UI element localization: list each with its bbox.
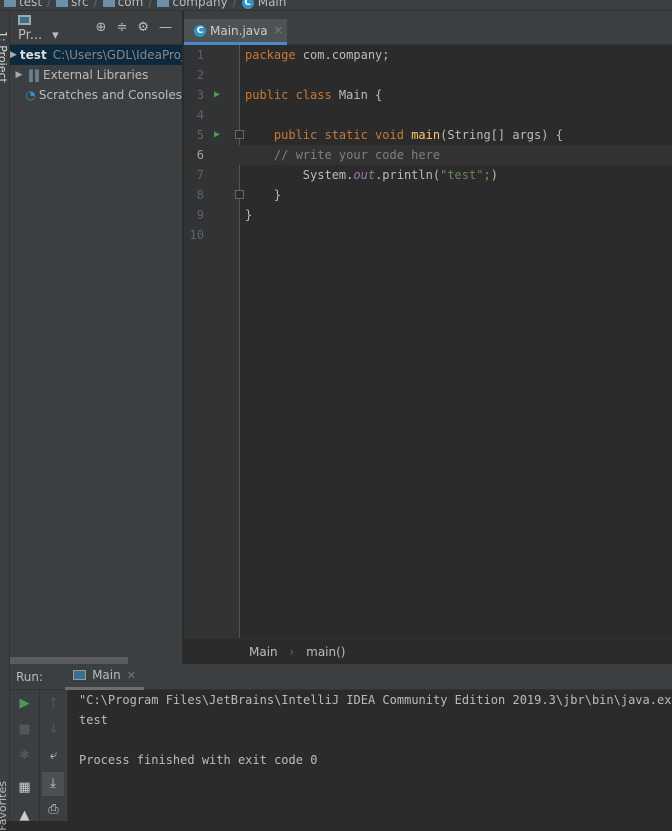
code-line[interactable]: 4 [184, 105, 672, 125]
tree-item-scratches[interactable]: ◔ Scratches and Consoles [10, 85, 182, 105]
rerun-icon[interactable]: ▶ [10, 696, 39, 711]
tree-item-test[interactable]: ▶ test C:\Users\GDL\IdeaProjects\test [10, 45, 182, 65]
down-arrow-icon[interactable]: ↓ [40, 722, 67, 737]
breadcrumb-main-method[interactable]: main() [306, 645, 345, 659]
stop-icon[interactable]: ■ [10, 722, 39, 737]
fold-icon[interactable] [235, 130, 244, 139]
tree-item-label: Scratches and Consoles [38, 88, 182, 102]
project-toolbar: Pr... ▾ ⊕ ≑ ⚙ — [10, 11, 182, 45]
run-label: Run: [16, 669, 44, 684]
run-toolbar: ▶ ■ ✱ ▦ ▲ [10, 690, 40, 823]
class-icon: C [241, 0, 254, 9]
nav-item-company[interactable]: company [157, 0, 228, 9]
up-arrow-icon[interactable]: ↑ [40, 696, 67, 711]
console-toolbar: ↑ ↓ ⤶ ⤓ ⎙ [40, 690, 68, 821]
editor-breadcrumb: Main › main() [184, 638, 672, 664]
code-line[interactable]: 2 [184, 65, 672, 85]
package-icon [102, 0, 115, 7]
project-tool-button[interactable]: 1: Project [0, 31, 9, 83]
code-line[interactable]: 5 ▶ public static void main(String[] args… [184, 125, 672, 145]
run-tab-main[interactable]: Main ✕ [65, 664, 144, 690]
nav-item-main[interactable]: C Main [241, 0, 286, 9]
folder-icon [56, 0, 69, 7]
editor: C Main.java ✕ 1 package com.company; 2 3 ▶… [184, 11, 672, 664]
soft-wrap-icon[interactable]: ⤶ [40, 748, 67, 763]
tab-label: Main.java [210, 23, 268, 38]
nav-item-src[interactable]: src [56, 0, 89, 9]
scratches-icon: ◔ [25, 88, 36, 102]
window-icon [18, 15, 31, 25]
expand-arrow-icon[interactable]: ▶ [10, 50, 17, 60]
collapse-all-icon[interactable]: ≑ [116, 20, 127, 35]
tab-main-java[interactable]: C Main.java ✕ [184, 19, 287, 45]
code-line[interactable]: 9} [184, 205, 672, 225]
editor-tabs: C Main.java ✕ [184, 11, 672, 45]
fold-icon[interactable] [235, 190, 244, 199]
tree-item-path: C:\Users\GDL\IdeaProjects\test [52, 48, 182, 62]
console-line: "C:\Program Files\JetBrains\IntelliJ IDE… [79, 693, 672, 707]
nav-item-test[interactable]: test [4, 0, 42, 9]
gear-icon[interactable]: ⚙ [137, 20, 149, 35]
locate-icon[interactable]: ⊕ [96, 20, 107, 35]
code-line[interactable]: 6 // write your code here [184, 145, 672, 165]
code-line[interactable]: 7 System.out.println("test";) [184, 165, 672, 185]
layout-icon[interactable]: ▦ [10, 780, 39, 795]
run-header: Run: Main ✕ [10, 664, 672, 690]
expand-arrow-icon[interactable]: ▶ [10, 70, 28, 80]
favorites-tool-button[interactable]: Favorites [0, 781, 9, 831]
run-tab-label: Main [92, 668, 121, 682]
tree-item-label: External Libraries [43, 68, 149, 82]
code-line[interactable]: 3 ▶ public class Main { [184, 85, 672, 105]
run-panel: Run: Main ✕ ▶ ■ ✱ ▦ ▲ ↑ ↓ ⤶ ⤓ ⎙ "C:\Prog… [10, 664, 672, 823]
nav-item-com[interactable]: com [102, 0, 143, 9]
code-line[interactable]: 10 [184, 225, 672, 245]
debug-icon[interactable]: ✱ [10, 748, 39, 763]
close-icon[interactable]: ✕ [274, 24, 283, 37]
console-output[interactable]: "C:\Program Files\JetBrains\IntelliJ IDE… [79, 690, 672, 770]
package-icon [157, 0, 170, 7]
breadcrumb-main[interactable]: Main [249, 645, 278, 659]
tree-item-external-libraries[interactable]: ▶ ‖‖ External Libraries [10, 65, 182, 85]
code-line[interactable]: 8 } [184, 185, 672, 205]
libraries-icon: ‖‖ [28, 68, 40, 82]
console-line: Process finished with exit code 0 [79, 753, 318, 767]
project-panel: Pr... ▾ ⊕ ≑ ⚙ — ▶ test C:\Users\GDL\IdeaP… [10, 11, 183, 664]
navigation-bar: test / src / com / company / C Main [0, 0, 672, 11]
close-icon[interactable]: ✕ [127, 669, 136, 682]
left-tool-strip: 1: Project Favorites [0, 11, 10, 831]
print-icon[interactable]: ⎙ [40, 802, 67, 817]
module-icon [4, 0, 16, 7]
class-icon: C [194, 24, 206, 37]
console-line: test [79, 713, 108, 727]
run-gutter-icon[interactable]: ▶ [214, 85, 220, 105]
run-gutter-icon[interactable]: ▶ [214, 125, 220, 145]
project-view-dropdown[interactable]: Pr... ▾ [18, 13, 86, 43]
tree-item-label: test [19, 48, 47, 62]
minimize-icon[interactable]: — [159, 20, 172, 35]
console-icon [73, 670, 87, 680]
code-line[interactable]: 1 package com.company; [184, 45, 672, 65]
scroll-to-end-icon[interactable]: ⤓ [42, 772, 64, 796]
